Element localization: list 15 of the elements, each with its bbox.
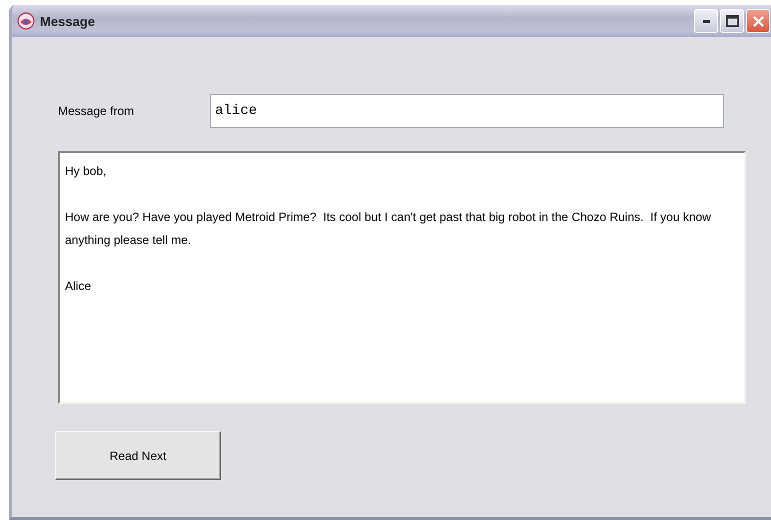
message-paragraph: Alice	[65, 278, 92, 295]
app-icon	[17, 12, 35, 30]
message-paragraph: Hy bob,	[65, 163, 108, 180]
minimize-button[interactable]	[694, 9, 718, 33]
maximize-icon	[726, 15, 738, 27]
window-title: Message	[40, 14, 96, 28]
maximize-button[interactable]	[720, 9, 744, 33]
minimize-icon	[702, 20, 710, 22]
message-text-area[interactable]: Hy bob, How are you? Have you played Metroid Prime? Its cool but I can't get past that big robot in the Chozo Ruins. If you know anything please tell me. Alice	[58, 151, 746, 404]
sender-field[interactable]: alice	[210, 94, 724, 128]
close-icon	[752, 16, 764, 26]
read-next-button[interactable]: Read Next	[55, 431, 221, 480]
message-paragraph: How are you? Have you played Metroid Prime? Its cool but I can't get past that big robot in the Chozo Ruins. If you know anything please tell me.	[65, 209, 712, 249]
field-label: Message from	[58, 104, 136, 118]
close-button[interactable]	[746, 9, 770, 33]
